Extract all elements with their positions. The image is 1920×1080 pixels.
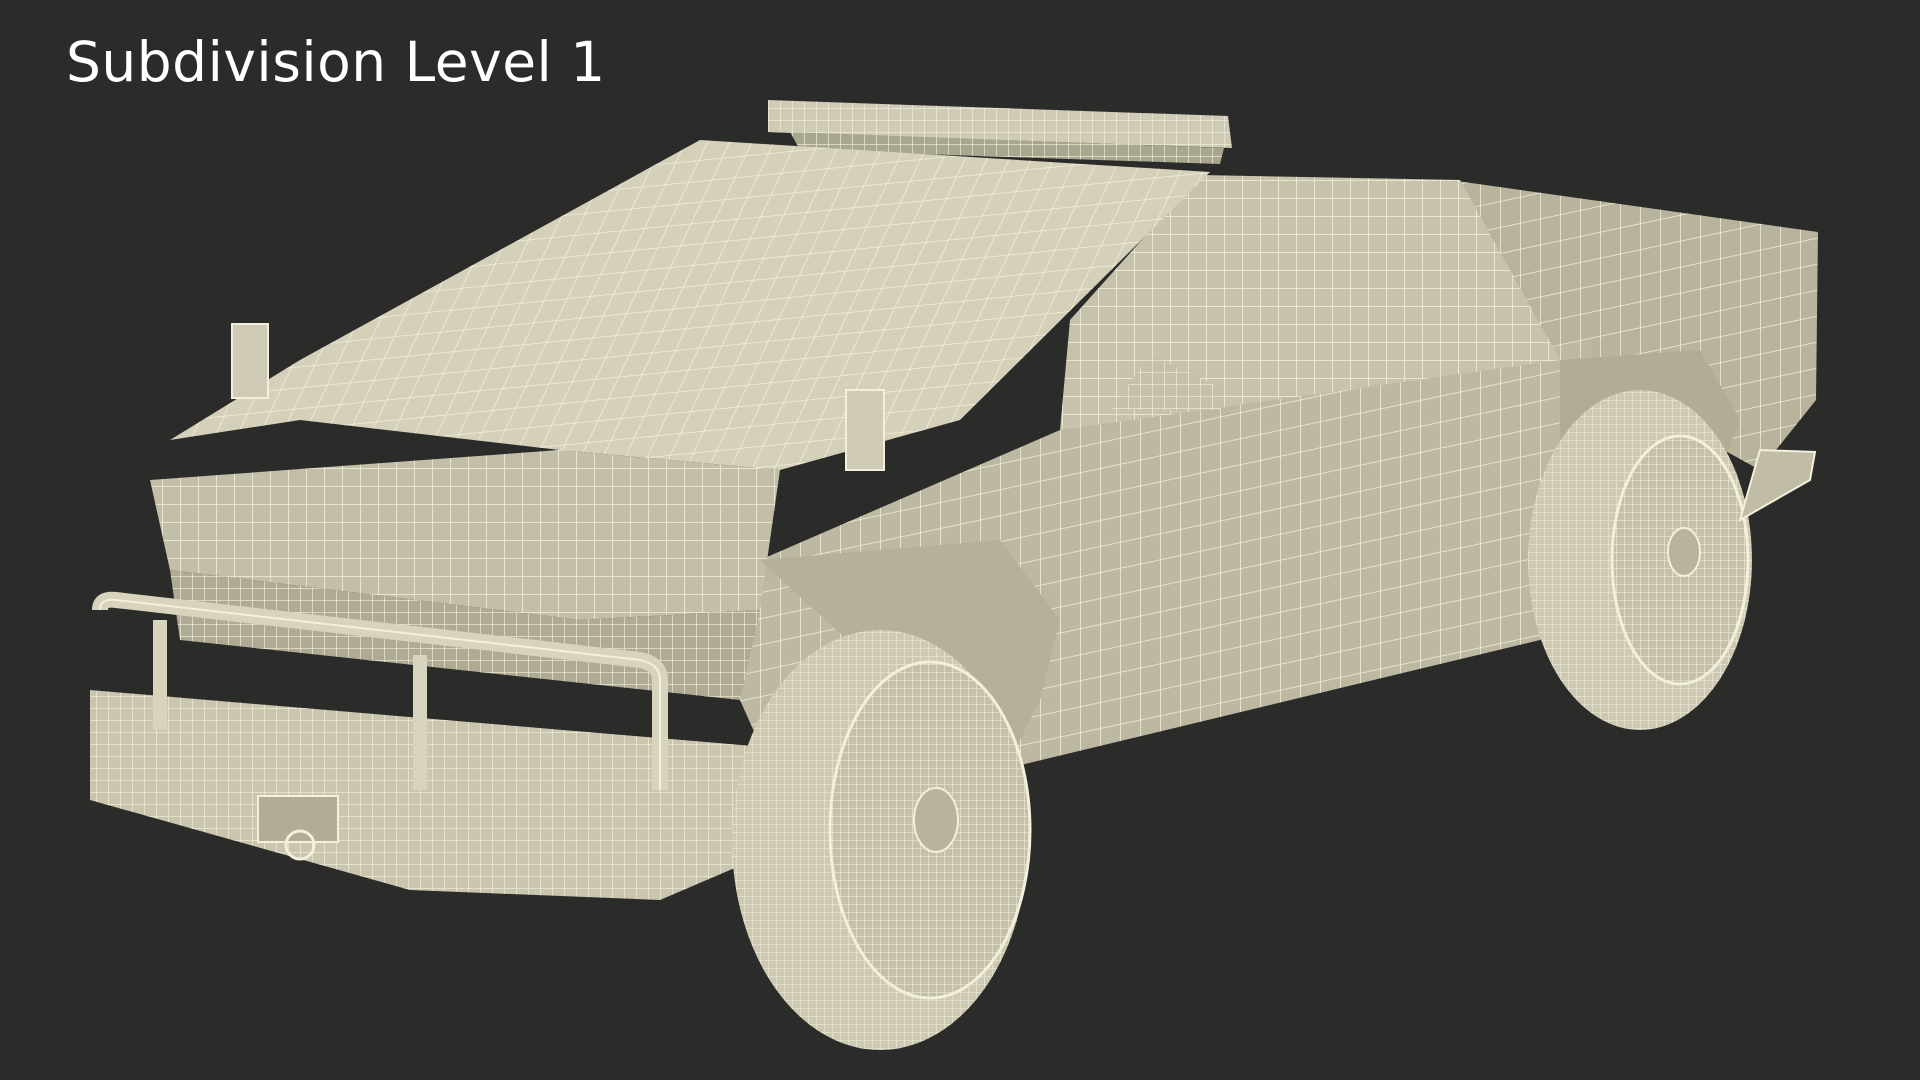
front-fascia	[150, 450, 780, 700]
hood-mirror-left	[231, 323, 269, 399]
vehicle-wireframe-render	[90, 100, 1818, 1050]
hood-mirror-right	[845, 389, 885, 471]
hood-roof-surface	[170, 140, 1210, 470]
rear-wheel	[1528, 350, 1752, 730]
viewport: Subdivision Level 1	[0, 0, 1920, 1080]
